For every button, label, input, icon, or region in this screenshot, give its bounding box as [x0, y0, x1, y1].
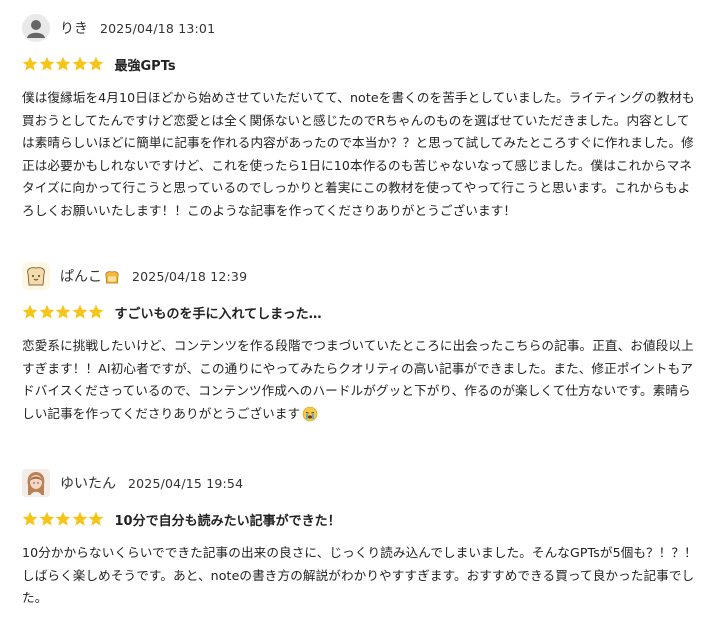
review-title: 10分で自分も読みたい記事ができた！ — [114, 513, 341, 529]
review-body-container: 恋愛系に挑戦したいけど、コンテンツを作る段階でつまづいていたところに出会ったこち… — [22, 335, 698, 425]
star-icon — [39, 511, 54, 526]
star-icon — [22, 56, 38, 71]
review-date: 2025/04/18 12:39 — [132, 268, 248, 284]
review-body: 僕は復縁垢を4月10日ほどから始めさせていただいてて、noteを書くのを苦手とし… — [22, 90, 695, 218]
review-title: すごいものを手に入れてしまった… — [114, 306, 322, 322]
review-body: 10分かからないくらいでできた記事の出来の良さに、じっくり読み込んでしまいました… — [22, 545, 697, 605]
star-icon — [72, 56, 87, 71]
toast-avatar-icon[interactable] — [22, 262, 50, 290]
star-rating — [22, 511, 105, 527]
star-rating — [22, 56, 105, 72]
review-card: ぱんこ 2025/04/18 12:39 すごいものを手に入れてしまった… 恋愛… — [22, 262, 698, 425]
star-icon — [72, 304, 87, 319]
bread-emoji — [105, 271, 119, 284]
default-user-icon[interactable] — [22, 14, 50, 42]
reviewer-name[interactable]: ぱんこ — [60, 266, 120, 286]
star-icon — [39, 56, 54, 71]
rating-row: すごいものを手に入れてしまった… — [22, 302, 698, 322]
review-date: 2025/04/18 13:01 — [100, 20, 216, 36]
star-icon — [55, 56, 71, 71]
star-icon — [55, 304, 71, 319]
star-icon — [88, 56, 104, 71]
reviewer-name[interactable]: ゆいたん — [60, 473, 116, 493]
reviewer-name[interactable]: りき — [60, 18, 88, 38]
review-card: りき 2025/04/18 13:01 最強GPTs 僕は復縁垢を4月10日ほど… — [22, 14, 698, 222]
review-date: 2025/04/15 19:54 — [128, 475, 244, 491]
star-icon — [39, 304, 54, 319]
review-card: ゆいたん 2025/04/15 19:54 10分で自分も読みたい記事ができた！… — [22, 469, 698, 610]
star-icon — [22, 511, 38, 526]
review-meta: りき 2025/04/18 13:01 — [22, 14, 698, 42]
review-meta: ゆいたん 2025/04/15 19:54 — [22, 469, 698, 497]
star-icon — [55, 511, 71, 526]
rating-row: 最強GPTs — [22, 54, 698, 74]
star-icon — [72, 511, 87, 526]
review-title: 最強GPTs — [114, 58, 176, 74]
star-rating — [22, 304, 105, 320]
reviewer-name-text: ぱんこ — [60, 269, 102, 285]
crying-face-emoji — [302, 406, 318, 422]
review-meta: ぱんこ 2025/04/18 12:39 — [22, 262, 698, 290]
review-body: 恋愛系に挑戦したいけど、コンテンツを作る段階でつまづいていたところに出会ったこち… — [22, 338, 694, 421]
star-icon — [88, 304, 104, 319]
star-icon — [88, 511, 104, 526]
star-icon — [22, 304, 38, 319]
rating-row: 10分で自分も読みたい記事ができた！ — [22, 509, 698, 529]
girl-avatar-icon[interactable] — [22, 469, 50, 497]
